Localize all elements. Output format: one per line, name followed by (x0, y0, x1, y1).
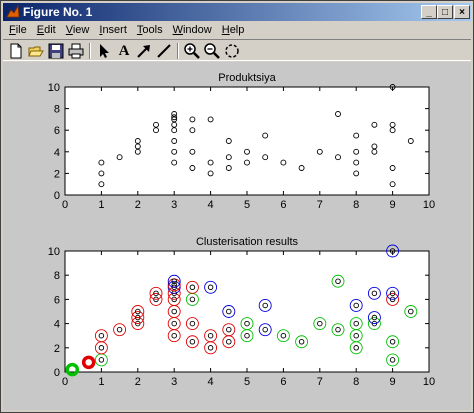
line-tool-icon[interactable] (155, 42, 173, 60)
x-tick-label: 3 (171, 376, 177, 388)
plots-svg: Produktsiya0 1 2 3 4 5 6 7 8 9 100246810Clusterisa… (48, 72, 435, 388)
menu-insert[interactable]: Insert (95, 22, 131, 38)
zoom-in-icon[interactable] (183, 42, 201, 60)
y-tick-label: 2 (54, 168, 60, 180)
x-tick-label: 0 (62, 199, 68, 211)
maximize-button[interactable]: □ (437, 5, 453, 19)
toolbar: A (3, 39, 471, 61)
plot-title: Produktsiya (218, 72, 276, 84)
new-file-icon[interactable] (7, 42, 25, 60)
matlab-logo-icon (6, 5, 20, 18)
plot-title: Clusterisation results (196, 236, 299, 248)
y-tick-label: 0 (54, 367, 60, 379)
plot-2: Clusterisation results 0 1 2 3 4 5 6 7 8 9 10 0 2 4 6 8 1… (48, 236, 435, 388)
x-tick-label: 8 (353, 376, 359, 388)
text-tool-icon[interactable]: A (115, 42, 133, 60)
y-tick-label: 10 (48, 82, 60, 94)
y-tick-label: 2 (54, 343, 60, 355)
rotate-icon[interactable] (223, 42, 241, 60)
x-tick-label: 0 (62, 376, 68, 388)
y-tick-label: 0 (54, 190, 60, 202)
x-tick-label: 9 (390, 376, 396, 388)
print-icon[interactable] (67, 42, 85, 60)
menu-bar: File Edit View Insert Tools Window Help (3, 22, 471, 39)
y-tick-label: 8 (54, 104, 60, 116)
menu-view[interactable]: View (62, 22, 94, 38)
toolbar-separator (89, 43, 91, 59)
y-tick-label: 8 (54, 270, 60, 282)
x-tick-label: 5 (244, 199, 250, 211)
menu-edit[interactable]: Edit (33, 22, 60, 38)
menu-window[interactable]: Window (169, 22, 216, 38)
arrow-tool-icon[interactable] (135, 42, 153, 60)
x-tick-label: 2 (135, 376, 141, 388)
window-title: Figure No. 1 (23, 5, 93, 19)
menu-file[interactable]: File (5, 22, 31, 38)
figure-window: Figure No. 1 _ □ × File Edit View Insert Too… (0, 0, 474, 413)
y-tick-label: 4 (54, 147, 60, 159)
x-tick-label: 2 (135, 199, 141, 211)
menu-tools[interactable]: Tools (133, 22, 167, 38)
y-tick-label: 4 (54, 319, 60, 331)
y-tick-label: 10 (48, 246, 60, 258)
y-tick-label: 6 (54, 125, 60, 137)
x-tick-label: 10 (423, 199, 435, 211)
zoom-out-icon[interactable] (203, 42, 221, 60)
plot-1: Produktsiya 0 1 2 3 4 5 6 7 8 9 10 0 2 4 6 8 10 (48, 72, 435, 211)
pointer-icon[interactable] (95, 42, 113, 60)
x-tick-label: 4 (208, 199, 214, 211)
open-folder-icon[interactable] (27, 42, 45, 60)
x-tick-label: 10 (423, 376, 435, 388)
x-tick-label: 8 (353, 199, 359, 211)
x-tick-label: 1 (98, 376, 104, 388)
minimize-button[interactable]: _ (421, 5, 437, 19)
x-tick-label: 6 (280, 199, 286, 211)
x-tick-label: 7 (317, 199, 323, 211)
x-tick-label: 5 (244, 376, 250, 388)
menu-help[interactable]: Help (218, 22, 249, 38)
x-tick-label: 3 (171, 199, 177, 211)
x-tick-label: 1 (98, 199, 104, 211)
x-tick-label: 6 (280, 376, 286, 388)
y-tick-label: 6 (54, 294, 60, 306)
close-button[interactable]: × (454, 5, 470, 19)
x-tick-label: 9 (390, 199, 396, 211)
title-bar[interactable]: Figure No. 1 _ □ × (3, 3, 471, 21)
toolbar-separator (177, 43, 179, 59)
figure-canvas: Produktsiya 0 1 2 3 4 5 6 7 8 9 10 0 2 4 6 8 10 Clusterisa… (3, 62, 471, 410)
x-tick-label: 4 (208, 376, 214, 388)
x-tick-label: 7 (317, 376, 323, 388)
save-icon[interactable] (47, 42, 65, 60)
axes-box[interactable] (64, 86, 430, 196)
